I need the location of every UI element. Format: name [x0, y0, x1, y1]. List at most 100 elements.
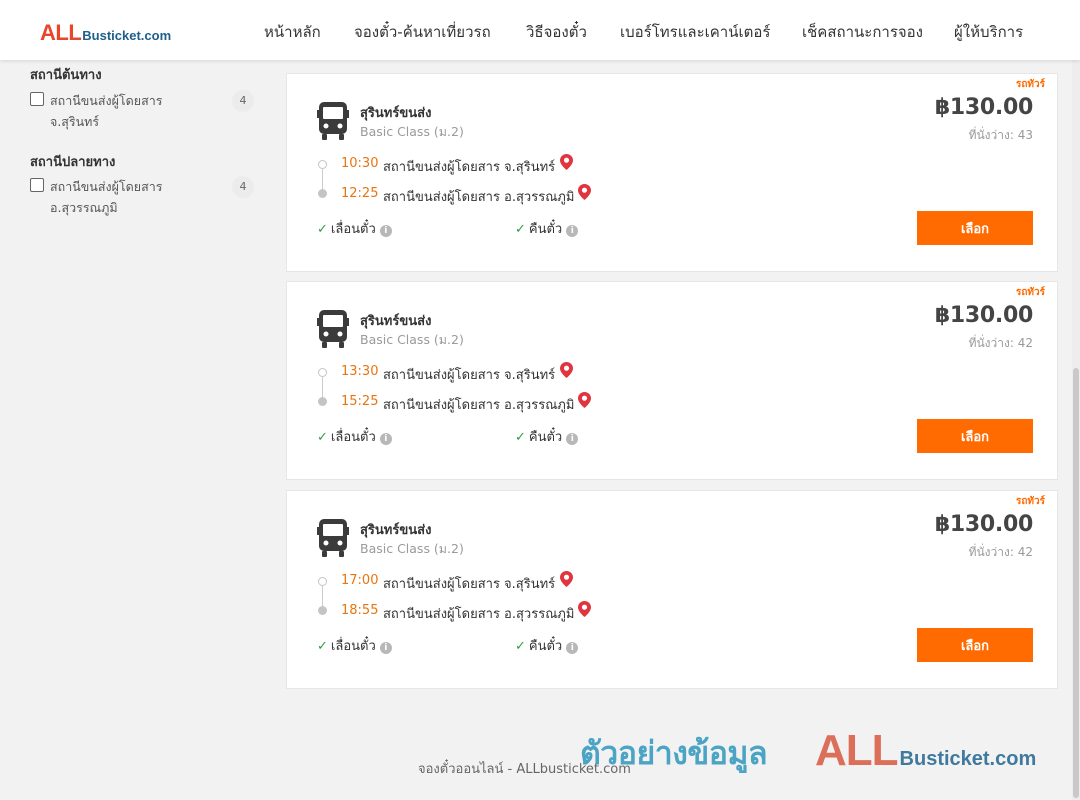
arrival-dot: [318, 606, 327, 615]
watermark-logo-rest: Busticket.com: [899, 748, 1037, 770]
arrival-station: สถานีขนส่งผู้โดยสาร อ.สุวรรณภูมิ: [383, 607, 575, 622]
origin-filter-option[interactable]: สถานีขนส่งผู้โดยสาร จ.สุรินทร์ 4: [30, 90, 254, 134]
refund-label: คืนตั๋ว: [528, 430, 563, 445]
top-header: ALL Busticket.com หน้าหลัก จองตั๋ว-ค้นหา…: [0, 0, 1080, 60]
bus-class: Basic Class (ม.2): [360, 124, 464, 139]
origin-label-line2: จ.สุรินทร์: [50, 114, 100, 129]
destination-label-line1: สถานีขนส่งผู้โดยสาร: [50, 179, 163, 194]
destination-checkbox[interactable]: [30, 178, 44, 192]
check-icon: ✓: [317, 222, 328, 237]
check-icon: ✓: [515, 222, 526, 237]
departure-dot: [318, 368, 327, 377]
origin-filter-title: สถานีต้นทาง: [30, 68, 102, 83]
map-pin-icon[interactable]: [578, 184, 591, 200]
departure-station: สถานีขนส่งผู้โดยสาร จ.สุรินทร์: [383, 368, 556, 383]
nav-contact-counter[interactable]: เบอร์โทรและเคาน์เตอร์: [620, 20, 770, 44]
scrollbar-thumb[interactable]: [1073, 368, 1079, 798]
bus-type-tag: รถทัวร์: [1015, 287, 1045, 298]
info-icon[interactable]: i: [379, 642, 392, 654]
refund-feature: ✓ คืนตั๋ว i: [515, 426, 579, 447]
arrival-time: 15:25: [341, 394, 379, 409]
destination-filter-label: สถานีขนส่งผู้โดยสาร อ.สุวรรณภูมิ: [50, 176, 210, 218]
map-pin-icon[interactable]: [578, 601, 591, 617]
map-pin-icon[interactable]: [560, 154, 573, 170]
arrival-station: สถานีขนส่งผู้โดยสาร อ.สุวรรณภูมิ: [383, 398, 575, 413]
bus-icon: [317, 519, 349, 557]
operator-name: สุรินทร์ขนส่ง: [360, 523, 432, 538]
departure-time: 17:00: [341, 573, 379, 588]
refund-feature: ✓ คืนตั๋ว i: [515, 218, 579, 239]
trip-price: ฿130.00: [934, 303, 1033, 328]
map-pin-icon[interactable]: [560, 571, 573, 587]
destination-label-line2: อ.สุวรรณภูมิ: [50, 200, 118, 215]
bus-icon: [317, 310, 349, 348]
nav-home[interactable]: หน้าหลัก: [264, 20, 321, 44]
arrival-station: สถานีขนส่งผู้โดยสาร อ.สุวรรณภูมิ: [383, 190, 575, 205]
bus-class: Basic Class (ม.2): [360, 332, 464, 347]
destination-count-badge: 4: [232, 176, 254, 198]
seats-available: ที่นั่งว่าง: 42: [968, 545, 1033, 559]
bus-icon: [317, 102, 349, 140]
watermark-logo: ALL Busticket.com: [815, 726, 1036, 776]
refund-feature: ✓ คืนตั๋ว i: [515, 635, 579, 656]
bus-type-tag: รถทัวร์: [1015, 496, 1045, 507]
check-icon: ✓: [317, 639, 328, 654]
trip-price: ฿130.00: [934, 512, 1033, 537]
sample-data-watermark: ตัวอย่างข้อมูล: [580, 734, 768, 772]
arrival-time: 18:55: [341, 603, 379, 618]
check-icon: ✓: [317, 430, 328, 445]
nav-book-search[interactable]: จองตั๋ว-ค้นหาเที่ยวรถ: [354, 20, 491, 44]
departure-dot: [318, 160, 327, 169]
seats-available: ที่นั่งว่าง: 43: [968, 128, 1033, 142]
check-icon: ✓: [515, 430, 526, 445]
trip-card: รถทัวร์ สุรินทร์ขนส่ง Basic Class (ม.2) …: [286, 281, 1058, 480]
origin-filter-label: สถานีขนส่งผู้โดยสาร จ.สุรินทร์: [50, 90, 210, 132]
departure-time: 10:30: [341, 156, 379, 171]
main-nav: หน้าหลัก จองตั๋ว-ค้นหาเที่ยวรถ วิธีจองตั…: [0, 20, 1080, 41]
map-pin-icon[interactable]: [560, 362, 573, 378]
origin-count-badge: 4: [232, 90, 254, 112]
page-scrollbar[interactable]: [1072, 0, 1080, 800]
destination-filter-option[interactable]: สถานีขนส่งผู้โดยสาร อ.สุวรรณภูมิ 4: [30, 176, 254, 220]
map-pin-icon[interactable]: [578, 392, 591, 408]
trip-price: ฿130.00: [934, 95, 1033, 120]
departure-station: สถานีขนส่งผู้โดยสาร จ.สุรินทร์: [383, 160, 556, 175]
refund-label: คืนตั๋ว: [528, 222, 563, 237]
reschedule-label: เลื่อนตั๋ว: [330, 222, 376, 237]
arrival-time: 12:25: [341, 186, 379, 201]
watermark-logo-all: ALL: [815, 726, 899, 775]
bus-class: Basic Class (ม.2): [360, 541, 464, 556]
info-icon[interactable]: i: [566, 225, 579, 237]
origin-label-line1: สถานีขนส่งผู้โดยสาร: [50, 93, 163, 108]
departure-dot: [318, 577, 327, 586]
nav-check-booking[interactable]: เช็คสถานะการจอง: [802, 20, 923, 44]
select-trip-button[interactable]: เลือก: [917, 628, 1033, 662]
info-icon[interactable]: i: [379, 225, 392, 237]
operator-name: สุรินทร์ขนส่ง: [360, 106, 432, 121]
reschedule-label: เลื่อนตั๋ว: [330, 430, 376, 445]
destination-filter-title: สถานีปลายทาง: [30, 155, 116, 170]
info-icon[interactable]: i: [566, 433, 579, 445]
origin-checkbox[interactable]: [30, 92, 44, 106]
check-icon: ✓: [515, 639, 526, 654]
arrival-dot: [318, 189, 327, 198]
info-icon[interactable]: i: [566, 642, 579, 654]
bus-type-tag: รถทัวร์: [1015, 79, 1045, 90]
trip-card: รถทัวร์ สุรินทร์ขนส่ง Basic Class (ม.2) …: [286, 73, 1058, 272]
departure-time: 13:30: [341, 364, 379, 379]
trip-card: รถทัวร์ สุรินทร์ขนส่ง Basic Class (ม.2) …: [286, 490, 1058, 689]
operator-name: สุรินทร์ขนส่ง: [360, 314, 432, 329]
departure-station: สถานีขนส่งผู้โดยสาร จ.สุรินทร์: [383, 577, 556, 592]
info-icon[interactable]: i: [379, 433, 392, 445]
reschedule-label: เลื่อนตั๋ว: [330, 639, 376, 654]
refund-label: คืนตั๋ว: [528, 639, 563, 654]
nav-how-to-book[interactable]: วิธีจองตั๋ว: [526, 20, 587, 44]
select-trip-button[interactable]: เลือก: [917, 211, 1033, 245]
nav-operators[interactable]: ผู้ให้บริการ: [954, 20, 1023, 44]
select-trip-button[interactable]: เลือก: [917, 419, 1033, 453]
seats-available: ที่นั่งว่าง: 42: [968, 336, 1033, 350]
reschedule-feature: ✓ เลื่อนตั๋ว i: [317, 218, 392, 239]
reschedule-feature: ✓ เลื่อนตั๋ว i: [317, 426, 392, 447]
reschedule-feature: ✓ เลื่อนตั๋ว i: [317, 635, 392, 656]
arrival-dot: [318, 397, 327, 406]
